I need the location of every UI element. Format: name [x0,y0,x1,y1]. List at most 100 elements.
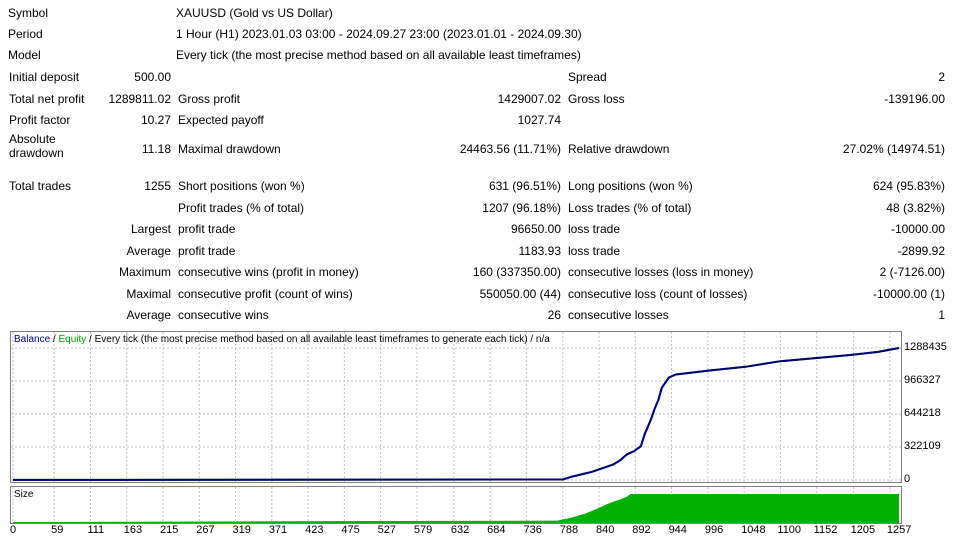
chart-legend: Balance / Equity / Every tick (the most … [14,334,550,345]
gross-loss-label: Gross loss [568,92,625,106]
gross-profit-value: 1429007.02 [497,92,561,106]
y-tick-label-1: 322109 [904,439,941,452]
x-tick-label-8: 423 [305,524,324,536]
x-tick-label-16: 840 [596,524,615,536]
period-label: Period [8,27,43,41]
gross-loss-value: -139196.00 [884,92,945,106]
x-tick-label-3: 163 [123,524,143,536]
y-tick-label-2: 644218 [904,406,941,419]
y-tick-label-0: 0 [904,473,911,485]
y-tick-label-4: 1288435 [904,341,947,353]
x-tick-label-14: 736 [523,524,542,536]
total-trades-label: Total trades [9,179,72,193]
profit-trades-value: 1207 (96.18%) [482,201,561,215]
relative-drawdown-label: Relative drawdown [568,142,670,156]
period-row: Period 1 Hour (H1) 2023.01.03 03:00 - 20… [0,24,960,45]
average-profit-trade-value: 1183.93 [518,244,562,258]
profit-factor-row: Profit factor 10.27 Expected payoff 1027… [0,110,960,131]
largest-row: Largest profit trade 96650.00 loss trade… [0,219,960,240]
total-trades-value: 1255 [144,179,171,193]
size-chart [10,486,902,524]
profit-trades-row: Profit trades (% of total) 1207 (96.18%)… [0,198,960,219]
legend-description: / Every tick (the most precise method ba… [86,334,550,345]
largest-profit-trade-label: profit trade [178,222,236,236]
short-positions-value: 631 (96.51%) [488,179,561,193]
x-tick-label-21: 1100 [777,524,802,536]
avg-consec-losses-label: consecutive losses [568,308,669,322]
long-positions-label: Long positions (won %) [568,179,693,193]
gross-profit-label: Gross profit [178,92,241,106]
x-tick-label-11: 579 [413,524,433,536]
maximal-consec-profit-label: consecutive profit (count of wins) [178,287,353,301]
x-tick-label-19: 996 [704,524,724,536]
maximal-consec-loss-label: consecutive loss (count of losses) [568,287,748,301]
relative-drawdown-value: 27.02% (14974.51) [842,142,945,156]
drawdown-row: Absolute drawdown 11.18 Maximal drawdown… [0,132,960,160]
short-positions-label: Short positions (won %) [178,179,305,193]
size-area [13,494,899,523]
expected-payoff-label: Expected payoff [178,113,264,127]
x-tick-label-17: 892 [632,524,651,536]
average-consec-row: Average consecutive wins 26 consecutive … [0,305,960,326]
maximal-label: Maximal [126,287,171,301]
initial-deposit-value: 500.00 [134,70,171,84]
average2-label: Average [126,308,171,322]
x-tick-label-2: 111 [87,524,105,536]
symbol-row: Symbol XAUUSD (Gold vs US Dollar) [0,3,960,24]
x-tick-label-1: 59 [51,524,64,536]
y-tick-label-3: 966327 [904,373,941,386]
largest-profit-trade-value: 96650.00 [510,222,561,236]
largest-label: Largest [130,222,171,236]
max-consec-wins-label: consecutive wins (profit in money) [178,265,359,279]
period-value: 1 Hour (H1) 2023.01.03 03:00 - 2024.09.2… [176,27,582,41]
expected-payoff-value: 1027.74 [517,113,561,127]
max-consec-wins-value: 160 (337350.00) [472,265,561,279]
average-row: Average profit trade 1183.93 loss trade … [0,241,960,262]
max-consec-losses-value: 2 (-7126.00) [879,265,945,279]
maximal-consec-loss-value: -10000.00 (1) [872,287,945,301]
x-tick-label-7: 371 [268,524,288,536]
profit-factor-value: 10.27 [140,113,171,127]
x-tick-label-10: 527 [377,524,396,536]
absolute-drawdown-label-1: Absolute [9,132,56,146]
balance-equity-chart [10,331,902,483]
x-tick-label-13: 684 [487,524,506,536]
largest-loss-trade-label: loss trade [568,222,621,236]
average-loss-trade-label: loss trade [568,244,621,258]
loss-trades-value: 48 (3.82%) [886,201,945,215]
profit-trades-label: Profit trades (% of total) [178,201,305,215]
legend-balance: Balance [14,334,51,345]
profit-factor-label: Profit factor [9,113,71,127]
x-tick-label-20: 1048 [741,524,766,536]
total-trades-row: Total trades 1255 Short positions (won %… [0,176,960,197]
symbol-value: XAUUSD (Gold vs US Dollar) [176,6,333,20]
total-net-profit-label: Total net profit [9,92,85,106]
maximal-row: Maximal consecutive profit (count of win… [0,284,960,305]
absolute-drawdown-label-2: drawdown [9,146,64,160]
spread-label: Spread [568,70,607,84]
maximal-drawdown-value: 24463.56 (11.71%) [459,142,561,156]
avg-consec-wins-label: consecutive wins [178,308,269,322]
average-loss-trade-value: -2899.92 [897,244,945,258]
x-tick-label-5: 267 [196,524,215,536]
x-tick-label-18: 944 [668,524,687,536]
x-tick-label-23: 1205 [850,524,876,536]
symbol-label: Symbol [8,6,49,20]
avg-consec-wins-value: 26 [547,308,561,322]
x-tick-label-4: 215 [159,524,179,536]
x-tick-label-22: 1152 [813,524,838,536]
largest-loss-trade-value: -10000.00 [890,222,945,236]
model-value: Every tick (the most precise method base… [176,48,581,62]
maximum-row: Maximum consecutive wins (profit in mone… [0,262,960,283]
balance-equity-plot [11,332,901,482]
x-tick-label-24: 1257 [886,524,912,536]
average-label: Average [126,244,171,258]
initial-deposit-label: Initial deposit [9,70,80,84]
absolute-drawdown-value: 11.18 [141,142,171,156]
model-row: Model Every tick (the most precise metho… [0,45,960,66]
x-tick-label-0: 0 [10,524,17,536]
x-tick-label-15: 788 [559,524,579,536]
x-tick-label-12: 632 [450,524,470,536]
x-tick-label-6: 319 [232,524,251,536]
average-profit-trade-label: profit trade [178,244,236,258]
